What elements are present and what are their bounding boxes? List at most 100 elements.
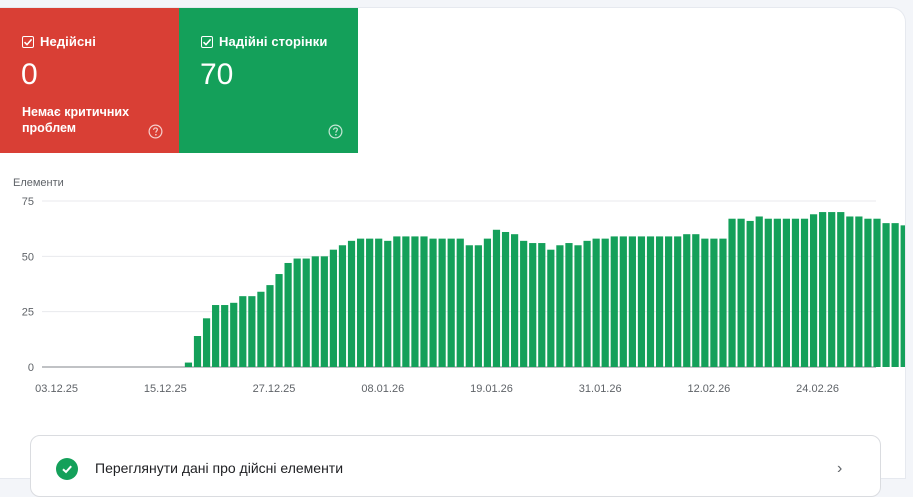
chart-bar: [592, 238, 600, 367]
chart-bar: [302, 258, 310, 367]
chart-bar: [873, 218, 881, 367]
chart-bar: [511, 234, 519, 367]
chart-bar: [737, 218, 745, 367]
chart-bar: [402, 236, 410, 367]
chart-bar: [347, 240, 356, 367]
chart-bar: [646, 236, 655, 367]
chart-bar: [855, 216, 863, 367]
chart-bar: [456, 238, 464, 367]
check-circle-icon: [56, 458, 78, 480]
chart-bar: [655, 236, 664, 367]
chart-bar: [230, 302, 238, 367]
chart-bar: [728, 218, 736, 367]
chart-bar: [583, 240, 591, 367]
chart-bar: [311, 256, 319, 367]
chart-bar: [193, 336, 202, 367]
chart-bar: [882, 223, 890, 367]
chart-bar: [637, 236, 646, 367]
chart-bar: [320, 256, 328, 367]
y-tick-label: 0: [28, 362, 34, 374]
chart-bar: [665, 236, 673, 367]
chart-bar: [547, 249, 555, 367]
chart-bar: [556, 245, 564, 367]
chart-bar: [438, 238, 446, 367]
chart-bar: [674, 236, 682, 367]
valid-tile[interactable]: Надійні сторінки 70: [179, 8, 358, 153]
chart-bar: [483, 238, 492, 367]
chart-bar: [212, 305, 220, 367]
chart-bar: [239, 296, 247, 367]
y-tick-label: 75: [22, 196, 34, 208]
chart-bar: [384, 240, 392, 367]
invalid-label: Недійсні: [40, 34, 96, 49]
chart-bar: [492, 229, 501, 367]
chart-bar: [782, 218, 790, 367]
valid-items-link[interactable]: Переглянути дані про дійсні елементи ›: [30, 435, 881, 497]
invalid-subtitle: Немає критичних проблем: [22, 105, 130, 135]
chart-bar: [501, 231, 510, 367]
valid-header: Надійні сторінки: [201, 34, 327, 49]
valid-count: 70: [200, 58, 234, 91]
chart-bar: [701, 238, 709, 367]
chart-bar: [755, 216, 763, 367]
help-icon[interactable]: [328, 124, 343, 139]
chart-bar: [800, 218, 809, 367]
chart-bar: [293, 258, 301, 367]
chart-bar: [628, 236, 636, 367]
checkbox-icon[interactable]: [201, 35, 213, 48]
chart-bar: [791, 218, 800, 367]
chart-bar: [819, 212, 827, 367]
x-tick-label: 12.02.26: [687, 383, 730, 395]
chart-bar: [393, 236, 401, 367]
chart-bar: [891, 223, 899, 367]
x-tick-label: 27.12.25: [253, 383, 296, 395]
help-icon[interactable]: [148, 124, 163, 139]
chart-bar: [329, 249, 337, 367]
invalid-count: 0: [21, 58, 38, 91]
chart-bar: [184, 362, 193, 367]
chart-bar: [420, 236, 428, 367]
chart-bar: [764, 218, 772, 367]
x-tick-label: 03.12.25: [35, 383, 78, 395]
chart-bar: [538, 243, 546, 367]
invalid-header: Недійсні: [22, 34, 96, 49]
x-tick-label: 19.01.26: [470, 383, 513, 395]
chart-bar: [257, 291, 265, 367]
chart-bar: [846, 216, 854, 367]
valid-items-link-text: Переглянути дані про дійсні елементи: [95, 460, 344, 476]
chart-bar: [719, 238, 727, 367]
x-tick-label: 24.02.26: [796, 383, 839, 395]
chart-bar: [828, 212, 836, 367]
chart-bar: [266, 285, 274, 367]
chart-bar: [710, 238, 718, 367]
chart-bar: [429, 238, 437, 367]
chart-bar: [284, 262, 292, 367]
chart-bar: [465, 245, 473, 367]
chart-bar: [411, 236, 419, 367]
checkbox-icon[interactable]: [22, 35, 34, 48]
chart-bar: [565, 243, 573, 367]
chart-bar: [619, 236, 627, 367]
chevron-right-icon: ›: [837, 460, 843, 477]
chart-bar: [447, 238, 455, 367]
chart-bar: [746, 220, 754, 367]
chart-bar: [900, 225, 905, 367]
x-tick-label: 15.12.25: [144, 383, 187, 395]
chart-bar: [520, 240, 528, 367]
chart-bar: [375, 238, 383, 367]
chart-bar: [683, 234, 691, 367]
chart-bar: [275, 274, 283, 367]
y-tick-label: 50: [22, 251, 34, 263]
x-tick-label: 08.01.26: [361, 383, 404, 395]
y-tick-label: 25: [22, 307, 34, 319]
chart-bar: [474, 245, 482, 367]
chart-bar: [692, 234, 700, 367]
items-bar-chart: 0 25 50 75 03.12.25 15.12.25 27.12.25 08.01.26 1…: [22, 196, 905, 395]
chart-bar: [338, 245, 347, 367]
chart-bar: [809, 214, 818, 367]
chart-bar: [202, 318, 211, 367]
chart-bar: [529, 243, 537, 367]
chart-bar: [610, 236, 618, 367]
invalid-tile[interactable]: Недійсні 0 Немає критичних проблем: [0, 8, 179, 153]
chart-bar: [837, 212, 845, 367]
